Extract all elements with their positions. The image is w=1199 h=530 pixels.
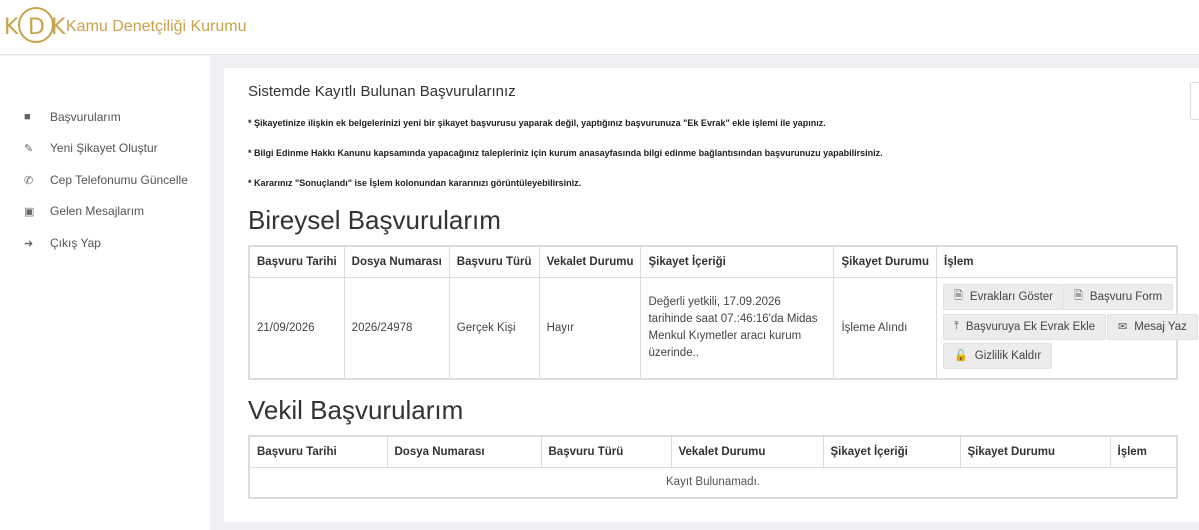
sidebar-item-label: Gelen Mesajlarım xyxy=(50,204,145,218)
logout-icon: ➜ xyxy=(24,237,34,250)
sidebar-item-new-complaint[interactable]: ✎ Yeni Şikayet Oluştur xyxy=(24,138,158,158)
table-row: 21/09/2026 2026/24978 Gerçek Kişi Hayır … xyxy=(248,276,1198,379)
info-note-3: * Kararınız "Sonuçlandı" ise İşlem kolon… xyxy=(248,178,582,188)
pdf-file-icon: 🗎 xyxy=(1074,290,1083,302)
application-form-button[interactable]: 🗎 Başvuru Form xyxy=(1063,283,1174,310)
column-header[interactable]: Şikayet İçeriği xyxy=(640,245,835,278)
cell-file-number: 2026/24978 xyxy=(343,276,450,379)
pencil-icon: ✎ xyxy=(24,142,34,155)
column-header[interactable]: Şikayet Durumu xyxy=(959,435,1111,468)
column-header[interactable]: İşlem xyxy=(936,245,1178,278)
sidebar-item-applications[interactable]: ■ Başvurularım xyxy=(24,107,121,127)
remove-privacy-button[interactable]: 🔓 Gizlilik Kaldır xyxy=(943,342,1053,369)
sidebar: ■ Başvurularım ✎ Yeni Şikayet Oluştur ✆ … xyxy=(0,56,210,530)
cell-actions: 🗎 Evrakları Göster 🗎 Başvuru Form ⤒ Başv… xyxy=(936,276,1198,379)
unlock-icon: 🔓 xyxy=(954,350,968,362)
cell-date: 21/09/2026 xyxy=(248,276,345,379)
table-header-row: Başvuru Tarihi Dosya Numarası Başvuru Tü… xyxy=(248,245,1178,278)
logo-text: Kamu Denetçiliği Kurumu xyxy=(66,18,247,35)
proxy-applications-table: Başvuru Tarihi Dosya Numarası Başvuru Tü… xyxy=(248,435,1178,499)
column-header[interactable]: Vekalet Durumu xyxy=(538,245,642,278)
sidebar-item-update-phone[interactable]: ✆ Cep Telefonumu Güncelle xyxy=(24,170,188,190)
cell-complaint-content: Değerli yetkili, 17.09.2026 tarihinde sa… xyxy=(640,276,835,379)
page-title: Sistemde Kayıtlı Bulunan Başvurularınız xyxy=(248,83,516,100)
proxy-applications-heading: Vekil Başvurularım xyxy=(248,395,464,425)
sidebar-item-label: Başvurularım xyxy=(50,110,121,124)
action-buttons: 🗎 Evrakları Göster 🗎 Başvuru Form ⤒ Başv… xyxy=(937,278,1198,378)
individual-applications-heading: Bireysel Başvurularım xyxy=(248,205,501,235)
upload-icon: ⤒ xyxy=(954,320,959,332)
sidebar-item-logout[interactable]: ➜ Çıkış Yap xyxy=(24,233,101,253)
button-label: Mesaj Yaz xyxy=(1134,320,1187,333)
write-message-button[interactable]: ✉ Mesaj Yaz xyxy=(1107,313,1198,340)
add-document-button[interactable]: ⤒ Başvuruya Ek Evrak Ekle xyxy=(943,313,1107,340)
kdk-logo[interactable]: K D K Kamu Denetçiliği Kurumu xyxy=(4,4,247,50)
folder-open-icon: ▣ xyxy=(24,205,35,218)
logo-letter-k1: K xyxy=(4,15,19,40)
column-header[interactable]: Şikayet İçeriği xyxy=(822,435,961,468)
info-note-1: * Şikayetinize ilişkin ek belgelerinizi … xyxy=(248,118,826,128)
column-header[interactable]: Şikayet Durumu xyxy=(833,245,938,278)
phone-icon: ✆ xyxy=(24,174,34,187)
cell-proxy: Hayır xyxy=(538,276,642,379)
column-header[interactable]: Vekalet Durumu xyxy=(670,435,824,468)
logo-letter-k2: K xyxy=(51,15,66,40)
pdf-file-icon: 🗎 xyxy=(954,290,963,302)
folder-icon: ■ xyxy=(24,111,31,123)
sidebar-item-label: Çıkış Yap xyxy=(50,236,101,250)
individual-applications-table: Başvuru Tarihi Dosya Numarası Başvuru Tü… xyxy=(248,245,1198,380)
info-note-2: * Bilgi Edinme Hakkı Kanunu kapsamında y… xyxy=(248,148,883,158)
button-label: Evrakları Göster xyxy=(969,290,1053,303)
side-panel-toggle[interactable] xyxy=(1190,82,1199,120)
column-header[interactable]: Başvuru Türü xyxy=(540,435,672,468)
button-label: Başvuruya Ek Evrak Ekle xyxy=(965,320,1096,333)
column-header[interactable]: Dosya Numarası xyxy=(343,245,450,278)
logo-letter-d: D xyxy=(28,15,45,40)
main-content: Sistemde Kayıtlı Bulunan Başvurularınız … xyxy=(224,68,1199,522)
show-documents-button[interactable]: 🗎 Evrakları Göster xyxy=(943,283,1064,310)
button-label: Başvuru Form xyxy=(1089,290,1163,303)
comment-icon: ✉ xyxy=(1118,321,1128,333)
sidebar-item-label: Yeni Şikayet Oluştur xyxy=(50,141,158,155)
cell-status: İşleme Alındı xyxy=(833,276,938,379)
column-header[interactable]: Başvuru Türü xyxy=(448,245,540,278)
sidebar-item-label: Cep Telefonumu Güncelle xyxy=(50,173,188,187)
button-label: Gizlilik Kaldır xyxy=(974,349,1042,362)
top-header: K D K Kamu Denetçiliği Kurumu xyxy=(0,0,1199,55)
table-header-row: Başvuru Tarihi Dosya Numarası Başvuru Tü… xyxy=(248,435,1178,468)
column-header[interactable]: Başvuru Tarihi xyxy=(248,435,388,468)
logo-mark: K D K xyxy=(4,4,66,50)
table-row: Kayıt Bulunamadı. xyxy=(248,466,1178,499)
column-header[interactable]: Dosya Numarası xyxy=(386,435,542,468)
cell-type: Gerçek Kişi xyxy=(448,276,540,379)
no-records-message: Kayıt Bulunamadı. xyxy=(248,466,1178,499)
column-header[interactable]: Başvuru Tarihi xyxy=(248,245,345,278)
column-header[interactable]: İşlem xyxy=(1109,435,1178,468)
sidebar-item-messages[interactable]: ▣ Gelen Mesajlarım xyxy=(24,201,144,221)
